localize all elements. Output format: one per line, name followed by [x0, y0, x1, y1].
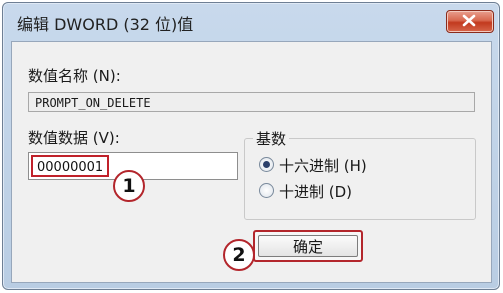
ok-button[interactable]: 确定 [253, 230, 363, 262]
close-icon [462, 14, 476, 27]
dialog-title: 编辑 DWORD (32 位)值 [17, 15, 194, 34]
radio-button-checked-icon[interactable] [259, 157, 274, 172]
base-groupbox: 基数 十六进制 (H) 十进制 (D) [244, 128, 476, 220]
callout-marker-1: 1 [113, 170, 145, 202]
title-bar[interactable]: 编辑 DWORD (32 位)值 [3, 3, 499, 37]
ok-button-label: 确定 [258, 235, 358, 257]
radio-hexadecimal-label: 十六进制 (H) [279, 157, 367, 175]
close-button[interactable] [446, 10, 494, 33]
radio-decimal-label: 十进制 (D) [279, 183, 353, 201]
base-group-title: 基数 [253, 128, 290, 149]
callout-marker-2: 2 [223, 239, 255, 271]
value-data-text: 00000001 [31, 155, 110, 177]
value-name-label: 数值名称 (N): [28, 67, 121, 85]
value-data-label: 数值数据 (V): [28, 129, 120, 147]
radio-button-unchecked-icon[interactable] [259, 183, 274, 198]
value-name-field: PROMPT_ON_DELETE [28, 92, 475, 112]
dialog-window: 编辑 DWORD (32 位)值 数值名称 (N): PROMPT_ON_DEL… [2, 2, 500, 290]
